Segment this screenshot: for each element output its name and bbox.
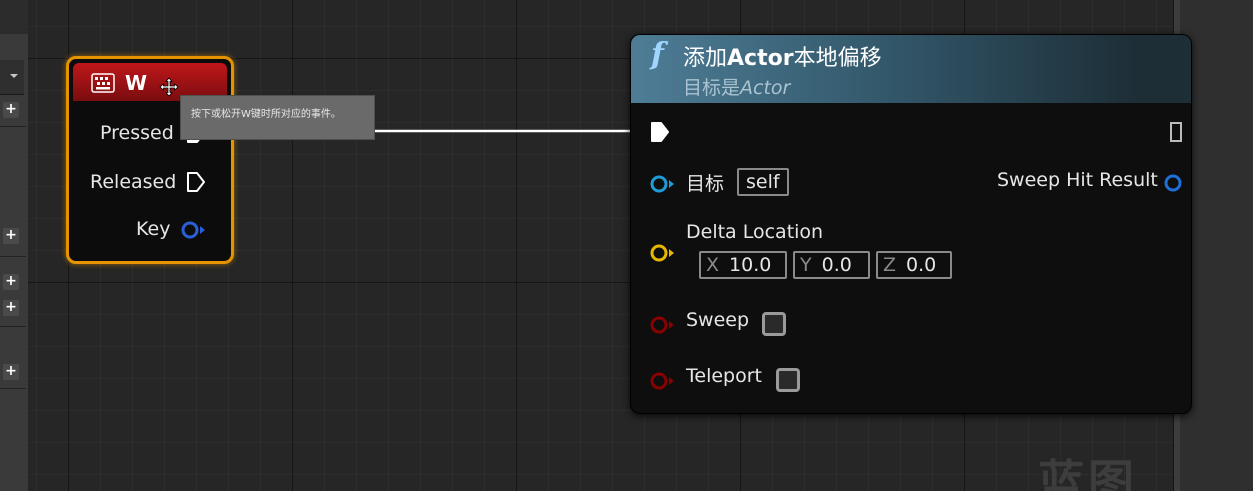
- add-button[interactable]: +: [3, 300, 19, 316]
- delta-location-pin-icon[interactable]: [649, 243, 675, 263]
- sweep-hit-result-pin-icon[interactable]: [1163, 173, 1183, 193]
- chevron-down-icon: [10, 74, 18, 78]
- panel-divider: [0, 388, 26, 389]
- delta-location-x-field[interactable]: X 10.0: [699, 251, 787, 279]
- sweep-checkbox[interactable]: [762, 312, 786, 336]
- x-axis-label: X: [706, 254, 720, 276]
- add-button[interactable]: +: [3, 364, 19, 380]
- add-button[interactable]: +: [3, 102, 19, 118]
- event-node-title: W: [125, 71, 148, 95]
- panel-header-strip: [0, 0, 28, 34]
- delta-location-z-field[interactable]: Z 0.0: [876, 251, 952, 279]
- z-value: 0.0: [906, 254, 937, 276]
- y-value: 0.0: [821, 254, 852, 276]
- sweep-hit-result-label: Sweep Hit Result: [997, 169, 1158, 191]
- released-exec-pin-icon[interactable]: [185, 170, 207, 194]
- panel-divider: [0, 256, 26, 257]
- x-value: 10.0: [729, 254, 772, 276]
- pressed-pin-label: Pressed: [100, 122, 174, 144]
- add-button[interactable]: +: [3, 228, 19, 244]
- left-side-panel: + + + + +: [0, 0, 29, 491]
- function-node-title: 添加Actor本地偏移: [683, 46, 882, 71]
- delta-location-y-field[interactable]: Y 0.0: [793, 251, 870, 279]
- teleport-pin-icon[interactable]: [649, 371, 675, 391]
- target-value-field[interactable]: self: [737, 168, 789, 196]
- released-pin-label: Released: [90, 171, 177, 193]
- add-button[interactable]: +: [3, 274, 19, 290]
- panel-divider: [0, 326, 26, 327]
- target-pin-label: 目标: [686, 173, 725, 195]
- pin-tooltip: 按下或松开W键时所对应的事件。: [180, 95, 375, 140]
- input-key-event-node[interactable]: W Pressed Released Key: [66, 56, 234, 264]
- function-node-subtitle: 目标是Actor: [683, 77, 791, 99]
- exec-out-pin-icon[interactable]: [1169, 121, 1183, 143]
- panel-divider: [0, 126, 26, 127]
- function-node-header[interactable]: f 添加Actor本地偏移 目标是Actor: [631, 35, 1191, 103]
- key-pin-label: Key: [136, 218, 171, 240]
- panel-dropdown[interactable]: [0, 60, 24, 95]
- delta-location-label: Delta Location: [686, 221, 824, 243]
- sweep-pin-label: Sweep: [686, 309, 750, 331]
- key-data-pin-icon[interactable]: [180, 220, 206, 240]
- add-actor-local-offset-node[interactable]: f 添加Actor本地偏移 目标是Actor 目标 self Sweep Hit…: [630, 34, 1192, 414]
- watermark: 蓝图: [1038, 455, 1138, 491]
- function-icon: f: [651, 37, 664, 72]
- exec-in-pin-icon[interactable]: [649, 120, 671, 144]
- move-cursor-icon: [159, 77, 179, 97]
- teleport-pin-label: Teleport: [686, 365, 762, 387]
- z-axis-label: Z: [883, 254, 897, 276]
- sweep-pin-icon[interactable]: [649, 315, 675, 335]
- keyboard-key-icon: [91, 73, 115, 93]
- y-axis-label: Y: [800, 254, 812, 276]
- target-pin-icon[interactable]: [649, 174, 675, 194]
- teleport-checkbox[interactable]: [776, 368, 800, 392]
